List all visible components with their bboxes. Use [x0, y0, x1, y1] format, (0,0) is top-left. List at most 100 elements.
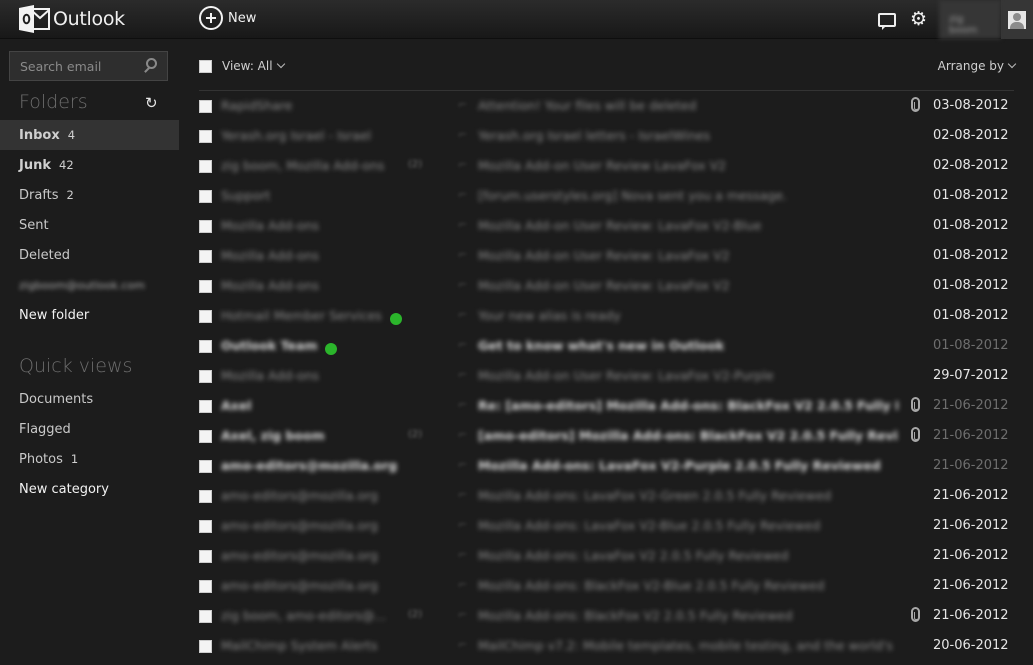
message-date: 03-08-2012	[933, 98, 1009, 113]
message-date: 21-06-2012	[933, 458, 1009, 473]
quickview-documents[interactable]: Documents	[0, 384, 179, 414]
search-box	[9, 51, 168, 81]
message-checkbox[interactable]	[199, 220, 212, 233]
folder-deleted[interactable]: Deleted	[0, 240, 179, 270]
message-checkbox[interactable]	[199, 190, 212, 203]
message-checkbox[interactable]	[199, 580, 212, 593]
folder-sent[interactable]: Sent	[0, 210, 179, 240]
message-checkbox[interactable]	[199, 400, 212, 413]
message-checkbox[interactable]	[199, 640, 212, 653]
flag-icon[interactable]: ⌐	[458, 428, 467, 441]
message-sender: amo-editors@mozilla.org	[221, 578, 378, 593]
message-checkbox[interactable]	[199, 610, 212, 623]
message-checkbox[interactable]	[199, 340, 212, 353]
message-checkbox[interactable]	[199, 490, 212, 503]
message-checkbox[interactable]	[199, 100, 212, 113]
folder-drafts[interactable]: Drafts 2	[0, 180, 179, 210]
message-sender: zig boom, Mozilla Add-ons	[221, 158, 385, 173]
gear-icon[interactable]: ⚙	[910, 10, 927, 29]
flag-icon[interactable]: ⌐	[458, 458, 467, 471]
quick-views-title[interactable]: Quick views	[19, 355, 132, 377]
message-subject: Mozilla Add-on User Review: LavaFox V2-B…	[478, 218, 762, 233]
message-row[interactable]: Support ⌐ [forum.userstyles.org] Nova sent…	[180, 181, 1033, 211]
message-subject: Get to know what's new in Outlook	[478, 338, 725, 353]
flag-icon[interactable]: ⌐	[458, 608, 467, 621]
folder-junk[interactable]: Junk 42	[0, 150, 179, 180]
message-row[interactable]: Axel, zig boom (2) ⌐ [amo-editors] Mozilla …	[180, 421, 1033, 451]
flag-icon[interactable]: ⌐	[458, 128, 467, 141]
quickview-flagged[interactable]: Flagged	[0, 414, 179, 444]
message-checkbox[interactable]	[199, 370, 212, 383]
flag-icon[interactable]: ⌐	[458, 158, 467, 171]
arrange-by-dropdown[interactable]: Arrange by	[938, 59, 1017, 73]
new-folder-link[interactable]: New folder	[0, 300, 179, 330]
flag-icon[interactable]: ⌐	[458, 308, 467, 321]
flag-icon[interactable]: ⌐	[458, 188, 467, 201]
folder-label: zigboom@outlook.com	[19, 278, 145, 292]
message-row[interactable]: Mozilla Add-ons ⌐ Mozilla Add-on User Revi…	[180, 211, 1033, 241]
flag-icon[interactable]: ⌐	[458, 98, 467, 111]
message-checkbox[interactable]	[199, 460, 212, 473]
top-bar: Outlook New ⚙ zig boom	[0, 0, 1033, 39]
message-row[interactable]: Mozilla Add-ons ⌐ Mozilla Add-on User Revi…	[180, 241, 1033, 271]
messaging-icon[interactable]	[877, 12, 896, 30]
message-row[interactable]: amo-editors@mozilla.org ⌐ Mozilla Add-ons:…	[180, 571, 1033, 601]
flag-icon[interactable]: ⌐	[458, 488, 467, 501]
search-input[interactable]	[10, 58, 140, 74]
message-row[interactable]: Mozilla Add-ons ⌐ Mozilla Add-on User Revi…	[180, 361, 1033, 391]
flag-icon[interactable]: ⌐	[458, 518, 467, 531]
new-category-link[interactable]: New category	[0, 474, 179, 504]
thread-count: (2)	[408, 429, 423, 440]
flag-icon[interactable]: ⌐	[458, 248, 467, 261]
message-date: 02-08-2012	[933, 158, 1009, 173]
new-message-button[interactable]: New	[199, 6, 256, 30]
message-subject: Mozilla Add-ons: LavaFox V2 2.0.5 Fully …	[478, 548, 789, 563]
message-checkbox[interactable]	[199, 430, 212, 443]
message-row[interactable]: Axel ⌐ Re: [amo-editors] Mozilla Add-ons: …	[180, 391, 1033, 421]
message-row[interactable]: Hotmail Member Services ⌐ Your new alias i…	[180, 301, 1033, 331]
message-checkbox[interactable]	[199, 310, 212, 323]
flag-icon[interactable]: ⌐	[458, 338, 467, 351]
message-checkbox[interactable]	[199, 520, 212, 533]
refresh-icon[interactable]: ↻	[145, 96, 158, 111]
outlook-logo[interactable]: Outlook	[18, 4, 125, 34]
paperclip-icon	[911, 397, 920, 412]
message-row[interactable]: amo-editors@mozilla.org ⌐ Mozilla Add-ons:…	[180, 481, 1033, 511]
message-row[interactable]: Yerash.org Israel - Israel ⌐ Yerash.org Is…	[180, 121, 1033, 151]
flag-icon[interactable]: ⌐	[458, 368, 467, 381]
message-checkbox[interactable]	[199, 250, 212, 263]
message-row[interactable]: amo-editors@mozilla.org ⌐ Mozilla Add-ons:…	[180, 451, 1033, 481]
message-checkbox[interactable]	[199, 550, 212, 563]
message-row[interactable]: Mozilla Add-ons ⌐ Mozilla Add-on User Revi…	[180, 271, 1033, 301]
message-row[interactable]: MailChimp System Alerts ⌐ MailChimp v7.2: …	[180, 631, 1033, 661]
flag-icon[interactable]: ⌐	[458, 278, 467, 291]
flag-icon[interactable]: ⌐	[458, 548, 467, 561]
message-row[interactable]: zig boom, amo-editors@... (2) ⌐ Mozilla Add…	[180, 601, 1033, 631]
folders-title[interactable]: Folders	[19, 91, 88, 113]
user-name[interactable]: zig boom	[939, 0, 1001, 39]
message-checkbox[interactable]	[199, 160, 212, 173]
message-row[interactable]: RapidShare ⌐ Attention! Your files will be…	[180, 91, 1033, 121]
top-right-tools: ⚙ zig boom	[877, 0, 1033, 39]
flag-icon[interactable]: ⌐	[458, 578, 467, 591]
flag-icon[interactable]: ⌐	[458, 638, 467, 651]
message-date: 29-07-2012	[933, 368, 1009, 383]
message-checkbox[interactable]	[199, 130, 212, 143]
message-subject: Mozilla Add-on User Review: LavaFox V2	[478, 278, 730, 293]
folder-inbox[interactable]: Inbox 4	[0, 120, 179, 150]
message-row[interactable]: amo-editors@mozilla.org ⌐ Mozilla Add-ons:…	[180, 511, 1033, 541]
message-row[interactable]: amo-editors@mozilla.org ⌐ Mozilla Add-ons:…	[180, 541, 1033, 571]
message-row[interactable]: zig boom, Mozilla Add-ons (2) ⌐ Mozilla Add…	[180, 151, 1033, 181]
select-all-checkbox[interactable]	[199, 60, 212, 73]
message-row[interactable]: Outlook Team ⌐ Get to know what's new in O…	[180, 331, 1033, 361]
message-sender: amo-editors@mozilla.org	[221, 518, 378, 533]
view-filter-dropdown[interactable]: View: All	[222, 59, 285, 73]
search-icon[interactable]	[146, 58, 157, 69]
flag-icon[interactable]: ⌐	[458, 218, 467, 231]
flag-icon[interactable]: ⌐	[458, 398, 467, 411]
avatar[interactable]	[1001, 0, 1033, 39]
message-checkbox[interactable]	[199, 280, 212, 293]
message-date: 01-08-2012	[933, 338, 1009, 353]
folder-account[interactable]: zigboom@outlook.com	[0, 270, 179, 300]
quickview-photos[interactable]: Photos 1	[0, 444, 179, 474]
